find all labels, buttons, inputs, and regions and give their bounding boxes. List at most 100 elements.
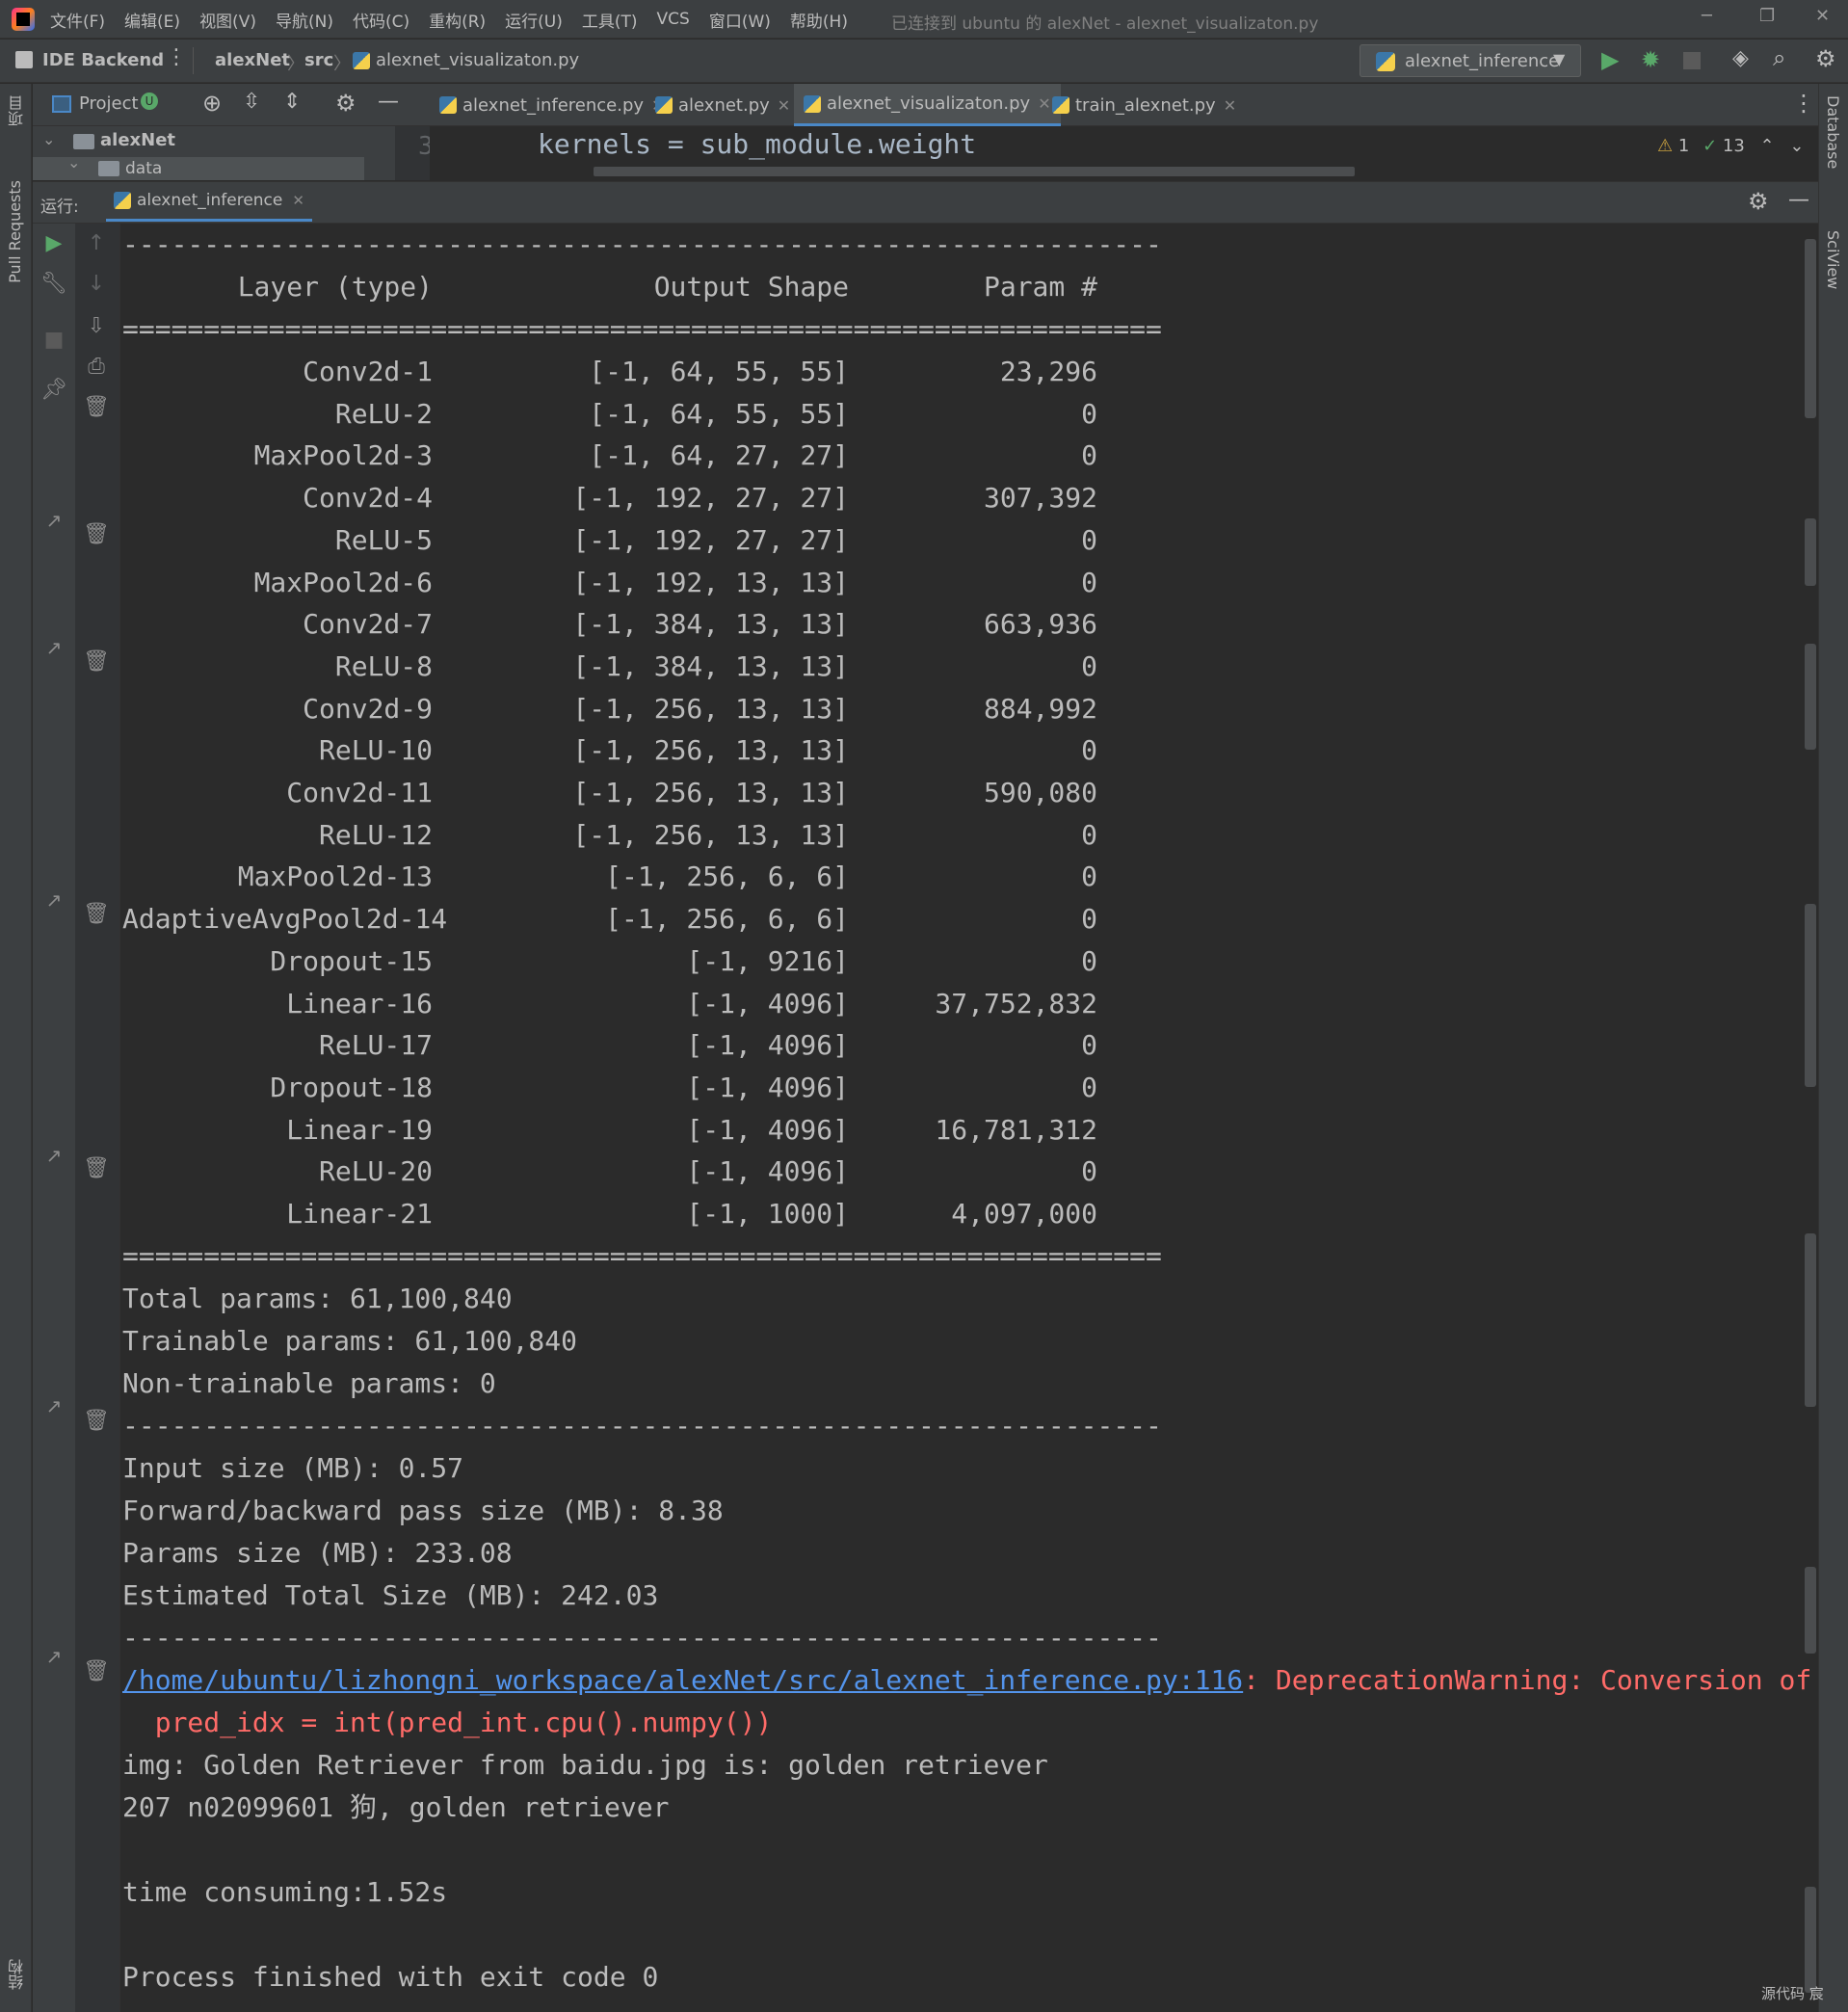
- menu-item[interactable]: VCS: [657, 10, 690, 29]
- code-line[interactable]: kernels = sub_module.weight: [538, 128, 976, 160]
- scrollbar-segment: [1805, 644, 1816, 750]
- print-icon[interactable]: ⎙: [75, 355, 118, 379]
- tab-actions-icon[interactable]: ⋮: [1792, 90, 1815, 117]
- menu-item[interactable]: 重构(R): [429, 8, 486, 32]
- debug-icon[interactable]: ✹: [1641, 46, 1660, 73]
- menu-item[interactable]: 文件(F): [50, 8, 105, 32]
- locate-target-icon[interactable]: ⊕: [202, 90, 222, 117]
- fold-marker-icon[interactable]: ↗: [33, 509, 75, 532]
- tree-child[interactable]: data: [125, 159, 162, 178]
- chevron-down-icon[interactable]: ⌄: [67, 153, 80, 172]
- run-toolbar-left: ▶ 🔧︎ ■ 📌︎ ↗ ↗ ↗ ↗ ↗ ↗: [33, 224, 75, 2012]
- menu-item[interactable]: 视图(V): [199, 8, 256, 32]
- row-params: 16,781,312: [935, 1113, 1097, 1146]
- project-title[interactable]: Project: [79, 93, 139, 114]
- up-arrow-icon[interactable]: ↑: [75, 231, 118, 255]
- trash-icon[interactable]: 🗑︎: [75, 902, 118, 926]
- tree-row-selected[interactable]: ⌄ data: [33, 153, 364, 180]
- trash-icon[interactable]: 🗑︎: [75, 522, 118, 546]
- close-window-icon[interactable]: ✕: [1815, 6, 1830, 26]
- menu-item[interactable]: 工具(T): [582, 8, 638, 32]
- trash-icon[interactable]: 🗑︎: [75, 395, 118, 419]
- breadcrumb-project[interactable]: alexNet: [215, 50, 290, 70]
- tab-alexnet[interactable]: alexnet.py ✕: [646, 84, 800, 126]
- structure-tool-tab[interactable]: 结构: [6, 1959, 26, 2007]
- settings-gear-icon[interactable]: ⚙: [1815, 45, 1836, 72]
- row-params: 884,992: [983, 692, 1097, 725]
- trash-icon[interactable]: 🗑︎: [75, 649, 118, 674]
- breadcrumb-file[interactable]: alexnet_visualizaton.py: [353, 50, 579, 70]
- hide-panel-icon[interactable]: —: [378, 90, 399, 114]
- fold-marker-icon[interactable]: ↗: [33, 1394, 75, 1417]
- scroll-to-end-icon[interactable]: ⇩: [75, 314, 118, 338]
- collapse-all-icon[interactable]: ⇕: [283, 90, 301, 114]
- search-icon[interactable]: ⌕: [1773, 44, 1785, 71]
- pin-icon[interactable]: 📌︎: [33, 378, 75, 402]
- menu-item[interactable]: 导航(N): [276, 8, 333, 32]
- summary-header: Layer (type) Output Shape Param #: [122, 266, 1097, 308]
- menu-item[interactable]: 代码(C): [353, 8, 409, 32]
- stop-icon[interactable]: ■: [33, 328, 75, 352]
- trash-icon[interactable]: 🗑︎: [75, 1156, 118, 1180]
- fold-marker-icon[interactable]: ↗: [33, 1144, 75, 1167]
- breadcrumb-folder[interactable]: src: [304, 50, 333, 70]
- deprecation-warning: /home/ubuntu/lizhongni_workspace/alexNet…: [122, 1659, 1818, 1702]
- tab-train-alexnet[interactable]: train_alexnet.py ✕: [1043, 84, 1246, 126]
- run-config-dropdown[interactable]: alexnet_inference ▼: [1360, 44, 1581, 77]
- fold-marker-icon[interactable]: ↗: [33, 888, 75, 912]
- rerun-icon[interactable]: ▶: [33, 231, 75, 255]
- sciview-tool-tab[interactable]: SciView: [1824, 230, 1843, 356]
- close-tab-icon[interactable]: ✕: [1224, 96, 1236, 115]
- editor-horizontal-scrollbar[interactable]: [594, 167, 1355, 176]
- warning-file-link[interactable]: /home/ubuntu/lizhongni_workspace/alexNet…: [122, 1664, 1243, 1696]
- scrollbar-thumb[interactable]: [1805, 239, 1816, 418]
- run-settings-icon[interactable]: ⚙: [1748, 188, 1769, 215]
- chevron-up-icon[interactable]: ⌃: [1760, 136, 1775, 156]
- fold-marker-icon[interactable]: ↗: [33, 636, 75, 659]
- trash-icon[interactable]: 🗑︎: [75, 1659, 118, 1683]
- row-shape: [-1, 192, 13, 13]: [572, 566, 849, 598]
- run-toolbar-right: ↑ ↓ ⇩ ⎙ 🗑︎ 🗑︎ 🗑︎ 🗑︎ 🗑︎ 🗑︎ 🗑︎: [75, 224, 120, 2012]
- console-output[interactable]: ----------------------------------------…: [120, 224, 1818, 2012]
- chevron-down-icon[interactable]: ⌄: [42, 130, 55, 148]
- window-title: 已连接到 ubuntu 的 alexNet - alexnet_visualiz…: [891, 14, 1319, 34]
- more-options-icon[interactable]: ⋮: [166, 45, 187, 69]
- inspection-widget[interactable]: ⚠ 1 ✓ 13 ⌃ ⌄: [1657, 136, 1804, 156]
- code-editor[interactable]: kernels = sub_module.weight ⚠ 1 ✓ 13 ⌃ ⌄: [430, 126, 1818, 180]
- menu-item[interactable]: 编辑(E): [124, 8, 180, 32]
- stop-icon[interactable]: [1683, 52, 1701, 69]
- menu-item[interactable]: 窗口(W): [709, 8, 771, 32]
- row-layer: ReLU-17: [318, 1029, 433, 1062]
- run-tab[interactable]: alexnet_inference ✕: [106, 182, 312, 222]
- wrench-icon[interactable]: 🔧︎: [33, 272, 75, 296]
- trash-icon[interactable]: 🗑︎: [75, 1409, 118, 1433]
- row-params: 0: [1081, 734, 1097, 767]
- fold-marker-icon[interactable]: ↗: [33, 1645, 75, 1668]
- expand-all-icon[interactable]: ⇳: [243, 90, 260, 114]
- backend-label[interactable]: IDE Backend: [42, 50, 164, 70]
- tab-label: alexnet_visualizaton.py: [827, 93, 1031, 114]
- project-tool-tab[interactable]: 项目: [6, 95, 26, 144]
- panel-settings-icon[interactable]: ⚙: [335, 90, 356, 117]
- console-scrollbar[interactable]: [1805, 239, 1816, 1993]
- minimize-icon[interactable]: ─: [1702, 6, 1712, 26]
- close-tab-icon[interactable]: ✕: [292, 192, 304, 209]
- tree-root[interactable]: alexNet: [100, 130, 175, 150]
- run-icon[interactable]: ▶: [1601, 46, 1619, 73]
- tab-alexnet-visualizaton[interactable]: alexnet_visualizaton.py ✕: [794, 84, 1061, 126]
- structure-tool-tab-label: 结构: [8, 1959, 26, 1990]
- tab-alexnet-inference[interactable]: alexnet_inference.py✕: [430, 84, 673, 126]
- close-tab-icon[interactable]: ✕: [778, 96, 790, 115]
- row-shape: [-1, 192, 27, 27]: [572, 482, 849, 515]
- database-tool-tab[interactable]: Database: [1824, 95, 1843, 221]
- chevron-down-icon[interactable]: ⌄: [1789, 136, 1804, 156]
- run-with-coverage-icon[interactable]: ◈: [1732, 46, 1749, 70]
- menu-item[interactable]: 运行(U): [505, 8, 563, 32]
- down-arrow-icon[interactable]: ↓: [75, 272, 118, 296]
- pull-requests-tool-tab[interactable]: Pull Requests: [6, 180, 25, 402]
- hide-run-panel-icon[interactable]: —: [1788, 188, 1809, 212]
- row-shape: [-1, 64, 55, 55]: [589, 356, 849, 387]
- menu-item[interactable]: 帮助(H): [790, 8, 848, 32]
- trainable-params: Trainable params: 61,100,840: [122, 1325, 578, 1357]
- restore-icon[interactable]: ❐: [1759, 6, 1775, 26]
